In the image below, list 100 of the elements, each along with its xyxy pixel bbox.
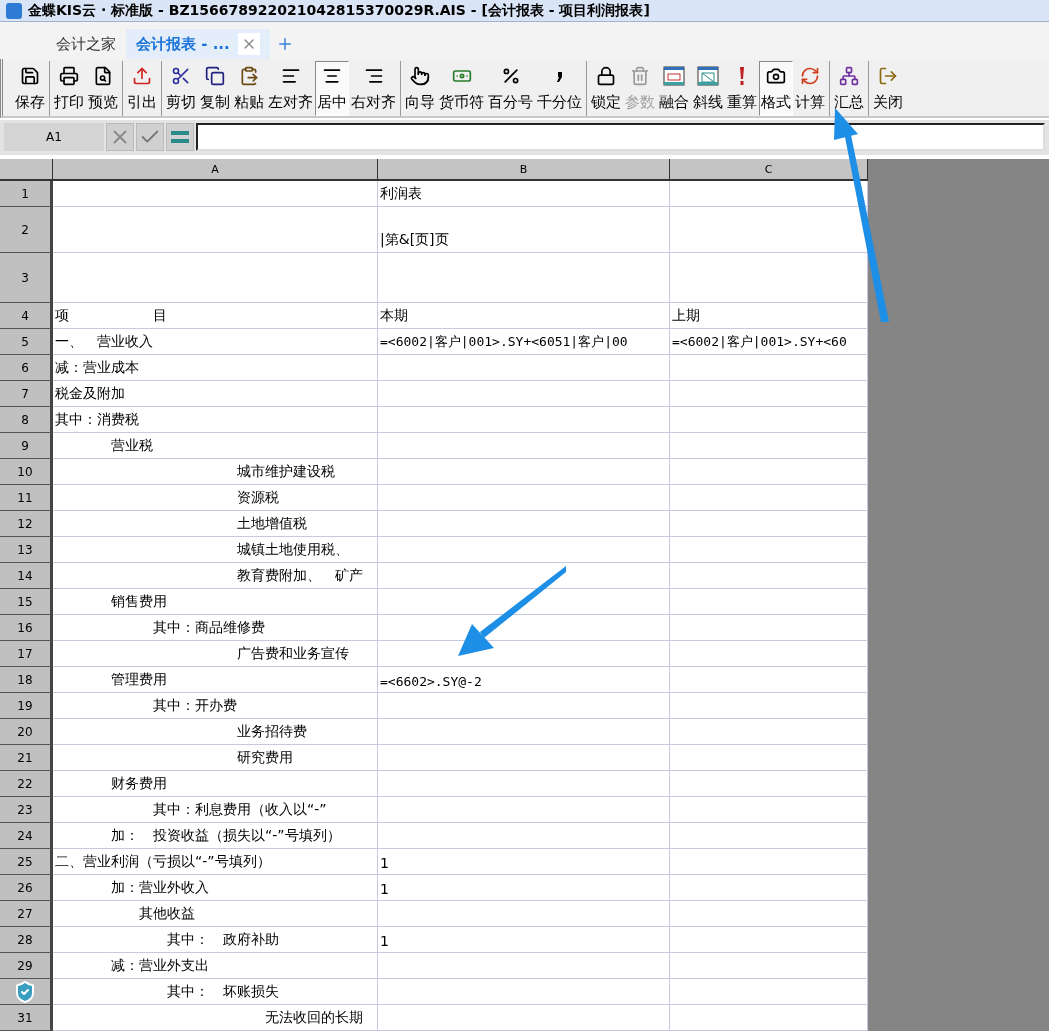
row-header[interactable]: 14 [0,563,53,589]
app-icon [6,2,22,19]
row-header[interactable]: 29 [0,953,53,979]
table-cell: 业务招待费 [53,719,378,745]
corner-header [0,159,53,181]
row-header[interactable]: 2 [0,207,53,253]
toolbar-button[interactable]: 千分位 [535,61,584,116]
table-cell: 其中：商品维修费 [53,615,378,641]
row-header[interactable]: 18 [0,667,53,693]
toolbar-button[interactable]: 居中 [315,61,349,116]
toolbar-button[interactable]: 汇总 [832,61,866,116]
table-cell: 销售费用 [53,589,378,615]
shield-check-icon [13,979,37,1004]
table-cell: 营业税 [53,433,378,459]
table-cell: 其他收益 [53,901,378,927]
camera-icon [766,66,786,87]
formula-input[interactable] [196,123,1045,152]
row-header[interactable]: 3 [0,253,53,303]
row-header[interactable]: 7 [0,381,53,407]
table-cell: 加：营业外收入 [53,875,378,901]
preview-icon [93,66,113,87]
tab-label: 会计之家 [56,34,116,54]
row-header[interactable]: 11 [0,485,53,511]
table-cell: =<6002|客户|001>.SY+<6051|客户|00 [378,329,670,355]
table-cell: 加： 投资收益（损失以“-”号填列） [53,823,378,849]
table-cell: 1 [378,927,670,953]
row-header[interactable]: 23 [0,797,53,823]
toolbar-button[interactable]: 打印 [52,61,86,116]
refresh-icon [800,66,820,87]
toolbar-button[interactable]: 右对齐 [349,61,398,116]
exclamation-icon [738,66,746,87]
table-cell: =<6602>.SY@-2 [378,667,670,693]
toolbar-button[interactable]: 引出 [125,61,159,116]
table-cell: 1 [378,849,670,875]
toolbar-button[interactable]: 计算 [793,61,827,116]
row-header[interactable]: 20 [0,719,53,745]
row-header[interactable]: 16 [0,615,53,641]
table-cell: 一、 营业收入 [53,329,378,355]
row-header[interactable]: 24 [0,823,53,849]
row-header[interactable]: 28 [0,927,53,953]
row-header[interactable]: 12 [0,511,53,537]
column-header[interactable]: A [53,159,378,181]
row-header[interactable]: 31 [0,1005,53,1031]
copy-icon [205,66,225,87]
tab-label: 会计报表 - ... [136,34,230,54]
row-header[interactable]: 17 [0,641,53,667]
row-header[interactable]: 21 [0,745,53,771]
toolbar-button[interactable]: 保存 [13,61,47,116]
row-header[interactable]: 19 [0,693,53,719]
hand-pointer-icon [410,66,430,87]
save-icon [20,66,40,87]
toolbar-button[interactable]: 复制 [198,61,232,116]
table-cell: 管理费用 [53,667,378,693]
row-header[interactable]: 25 [0,849,53,875]
tab[interactable]: 会计报表 - ... [126,29,270,60]
toolbar-button[interactable]: 货币符 [437,61,486,116]
row-header[interactable]: 22 [0,771,53,797]
column-header[interactable]: C [670,159,868,181]
table-cell: 教育费附加、 矿产 [53,563,378,589]
row-header[interactable]: 26 [0,875,53,901]
trash-icon [630,66,650,87]
row-header[interactable]: 6 [0,355,53,381]
toolbar-button[interactable]: 预览 [86,61,120,116]
toolbar-button[interactable]: 关闭 [871,61,905,116]
confirm-button[interactable] [136,123,164,152]
close-button[interactable] [237,33,260,56]
row-header[interactable]: 8 [0,407,53,433]
merge-cells-icon [663,66,685,87]
toolbar-button[interactable]: 锁定 [589,61,623,116]
row-header[interactable]: 13 [0,537,53,563]
row-header[interactable]: 15 [0,589,53,615]
row-header[interactable]: 10 [0,459,53,485]
toolbar-button[interactable]: 百分号 [486,61,535,116]
toolbar-button[interactable]: 左对齐 [266,61,315,116]
row-header[interactable]: 27 [0,901,53,927]
table-cell: 无法收回的长期 [53,1005,378,1031]
toolbar-button[interactable]: 粘贴 [232,61,266,116]
row-header[interactable]: 1 [0,181,53,207]
formula-button[interactable] [166,123,194,152]
toolbar-button[interactable]: 斜线 [691,61,725,116]
toolbar-button[interactable]: 融合 [657,61,691,116]
row-header[interactable]: 9 [0,433,53,459]
table-cell: 研究费用 [53,745,378,771]
column-header[interactable]: B [378,159,670,181]
table-cell: 资源税 [53,485,378,511]
toolbar-button[interactable]: 剪切 [164,61,198,116]
toolbar-button[interactable]: 重算 [725,61,759,116]
row-header[interactable]: 4 [0,303,53,329]
toolbar-button[interactable]: 格式 [759,61,793,116]
table-cell: 减：营业外支出 [53,953,378,979]
toolbar-button[interactable]: 向导 [403,61,437,116]
row-header[interactable] [0,979,53,1005]
table-cell: 其中：消费税 [53,407,378,433]
table-cell: 财务费用 [53,771,378,797]
table-cell: 广告费和业务宣传 [53,641,378,667]
row-header[interactable]: 5 [0,329,53,355]
table-cell: 二、营业利润（亏损以“-”号填列） [53,849,378,875]
window-title: 金蝶KIS云 · 标准版 - BZ156678922021042815370029R.AIS - [会计报表 - 项目利润报表] [28,1,650,20]
cancel-button[interactable] [106,123,134,152]
table-cell: 其中： 政府补助 [53,927,378,953]
